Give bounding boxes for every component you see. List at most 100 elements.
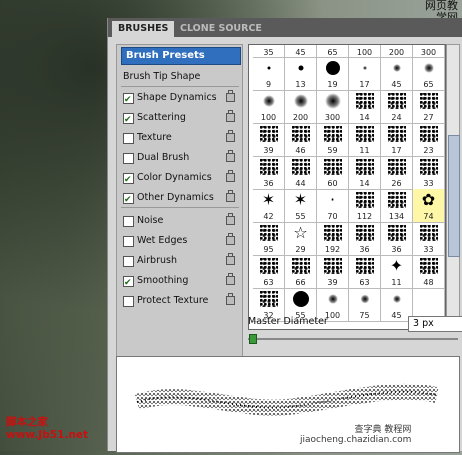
brush-preset[interactable]: 14: [349, 156, 381, 190]
brush-preset[interactable]: 59: [317, 123, 349, 157]
slider-knob[interactable]: [249, 334, 257, 344]
brush-preset[interactable]: ✦ 11: [381, 255, 413, 289]
check-icon: ✔: [124, 278, 132, 288]
soft-round-brush-icon: [362, 66, 367, 70]
brush-preset[interactable]: 36: [253, 156, 285, 190]
checkbox[interactable]: [123, 296, 134, 307]
brush-preset[interactable]: 100: [253, 90, 285, 124]
brush-size-label: 35: [263, 48, 274, 57]
option-airbrush[interactable]: Airbrush: [121, 252, 239, 270]
brush-preset[interactable]: 36: [381, 222, 413, 256]
brush-size-label: 26: [391, 179, 402, 188]
watermark-bottom-right: 查字典 教程网 jiaocheng.chazidian.com: [300, 425, 412, 445]
brush-preset[interactable]: ☆ 29: [285, 222, 317, 256]
brush-preset[interactable]: 200: [285, 90, 317, 124]
lock-icon[interactable]: [226, 213, 235, 225]
option-wet-edges[interactable]: Wet Edges: [121, 232, 239, 250]
brush-preset[interactable]: ✶ 55: [285, 189, 317, 223]
brush-preset[interactable]: 48: [413, 255, 445, 289]
lock-icon[interactable]: [226, 233, 235, 245]
brush-preset[interactable]: 24: [381, 90, 413, 124]
lock-icon[interactable]: [226, 130, 235, 142]
checkbox[interactable]: [123, 216, 134, 227]
checkbox[interactable]: [123, 236, 134, 247]
option-dual-brush[interactable]: Dual Brush: [121, 149, 239, 167]
brush-preset[interactable]: 45: [381, 57, 413, 91]
option-shape-dynamics[interactable]: ✔ Shape Dynamics: [121, 89, 239, 107]
checkbox[interactable]: ✔: [123, 276, 134, 288]
brush-size-label: 19: [327, 80, 338, 89]
scatter-brush-icon: [291, 126, 310, 142]
lock-icon[interactable]: [226, 293, 235, 305]
check-icon: ✔: [124, 175, 132, 185]
brush-preset[interactable]: 192: [317, 222, 349, 256]
lock-icon[interactable]: [226, 170, 235, 182]
tab-brushes[interactable]: BRUSHES: [112, 21, 175, 37]
brush-preset[interactable]: 17: [381, 123, 413, 157]
checkbox[interactable]: ✔: [123, 113, 134, 125]
brush-preset[interactable]: 63: [349, 255, 381, 289]
brush-preset[interactable]: 112: [349, 189, 381, 223]
brush-preset[interactable]: 39: [253, 123, 285, 157]
brush-size-label: 95: [263, 245, 274, 254]
brush-size-label: 39: [327, 278, 338, 287]
brush-preset[interactable]: 19: [317, 57, 349, 91]
brush-size-label: 65: [327, 48, 338, 57]
checkbox[interactable]: ✔: [123, 93, 134, 105]
brush-preset[interactable]: 134: [381, 189, 413, 223]
option-smoothing[interactable]: ✔ Smoothing: [121, 272, 239, 290]
checkbox[interactable]: ✔: [123, 193, 134, 205]
brush-preset[interactable]: 11: [349, 123, 381, 157]
scatter-brush-icon: [259, 291, 278, 307]
option-noise[interactable]: Noise: [121, 212, 239, 230]
brush-preset[interactable]: 39: [317, 255, 349, 289]
brush-grid-scrollbar[interactable]: [446, 44, 460, 330]
tab-clone-source[interactable]: CLONE SOURCE: [174, 21, 268, 37]
brush-preset[interactable]: 9: [253, 57, 285, 91]
scrollbar-thumb[interactable]: [448, 135, 460, 257]
brush-preset[interactable]: 60: [317, 156, 349, 190]
brush-preset[interactable]: 75: [349, 288, 381, 322]
lock-icon[interactable]: [226, 253, 235, 265]
brush-preset[interactable]: 26: [381, 156, 413, 190]
brush-preset[interactable]: 14: [349, 90, 381, 124]
brush-preset[interactable]: ✶ 42: [253, 189, 285, 223]
lock-icon[interactable]: [226, 190, 235, 202]
brush-preset[interactable]: · 70: [317, 189, 349, 223]
checkbox[interactable]: ✔: [123, 173, 134, 185]
lock-icon[interactable]: [226, 150, 235, 162]
option-color-dynamics[interactable]: ✔ Color Dynamics: [121, 169, 239, 187]
shape-brush-icon: ✶: [261, 190, 276, 209]
master-diameter-field[interactable]: 3 px: [408, 316, 462, 332]
brush-preset[interactable]: 95: [253, 222, 285, 256]
checkbox[interactable]: [123, 256, 134, 267]
checkbox[interactable]: [123, 133, 134, 144]
scatter-brush-icon: [419, 159, 438, 175]
option-other-dynamics[interactable]: ✔ Other Dynamics: [121, 189, 239, 207]
brush-presets-button[interactable]: Brush Presets: [121, 47, 241, 65]
brush-preset[interactable]: ✿ 74: [413, 189, 445, 223]
brush-preset[interactable]: 17: [349, 57, 381, 91]
brush-preset[interactable]: 36: [349, 222, 381, 256]
brush-preset[interactable]: 33: [413, 156, 445, 190]
brush-preset[interactable]: 300: [317, 90, 349, 124]
brush-preset[interactable]: 65: [413, 57, 445, 91]
brush-preset[interactable]: 23: [413, 123, 445, 157]
brush-preset[interactable]: 44: [285, 156, 317, 190]
hard-round-brush-icon: [267, 66, 270, 70]
brush-preset[interactable]: 46: [285, 123, 317, 157]
lock-icon[interactable]: [226, 110, 235, 122]
brush-tip-shape-item[interactable]: Brush Tip Shape: [121, 68, 239, 86]
option-scattering[interactable]: ✔ Scattering: [121, 109, 239, 127]
option-texture[interactable]: Texture: [121, 129, 239, 147]
lock-icon[interactable]: [226, 90, 235, 102]
lock-icon[interactable]: [226, 273, 235, 285]
brush-preset[interactable]: 33: [413, 222, 445, 256]
checkbox[interactable]: [123, 153, 134, 164]
brush-preset[interactable]: 66: [285, 255, 317, 289]
brush-preset[interactable]: 63: [253, 255, 285, 289]
master-diameter-slider[interactable]: [248, 338, 458, 340]
brush-preset[interactable]: 13: [285, 57, 317, 91]
option-protect-texture[interactable]: Protect Texture: [121, 292, 239, 310]
brush-preset[interactable]: 27: [413, 90, 445, 124]
